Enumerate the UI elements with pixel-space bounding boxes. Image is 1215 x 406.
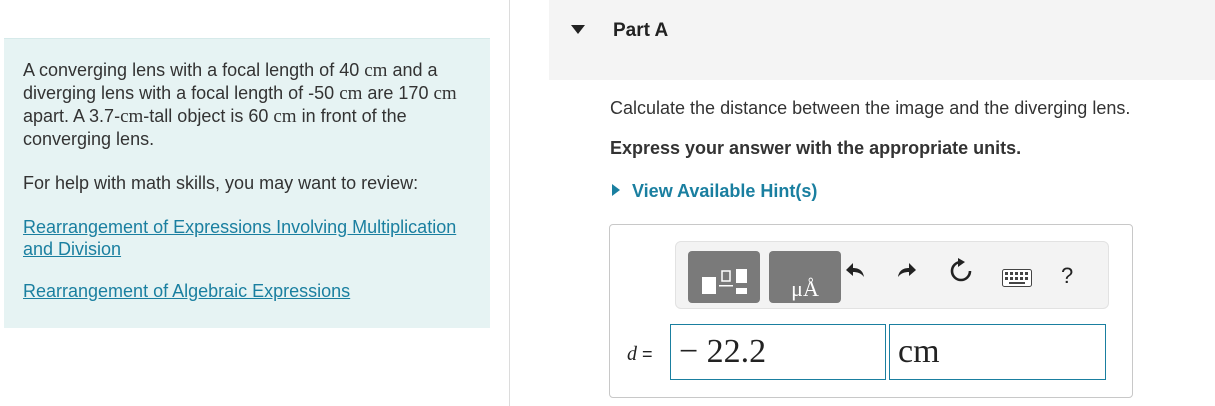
redo-icon[interactable] xyxy=(895,260,917,289)
answer-unit-input[interactable]: cm xyxy=(889,324,1106,380)
problem-text-4: apart. A 3.7- xyxy=(23,106,121,126)
keyboard-icon[interactable] xyxy=(1002,266,1032,294)
svg-text:μÅ: μÅ xyxy=(791,276,819,301)
problem-text-5: -tall object is 60 xyxy=(143,106,274,126)
link-rearrangement-multiplication-division[interactable]: Rearrangement of Expressions Involving M… xyxy=(23,216,472,260)
equals-sign: = xyxy=(637,344,653,364)
unit-cm: cm xyxy=(433,83,457,104)
problem-panel: A converging lens with a focal length of… xyxy=(4,38,490,328)
help-text: For help with math skills, you may want … xyxy=(23,173,419,193)
problem-statement: A converging lens with a focal length of… xyxy=(23,59,472,150)
answer-value-input[interactable]: − 22.2 xyxy=(670,324,886,380)
undo-icon[interactable] xyxy=(845,260,867,289)
variable-label: d = xyxy=(627,343,653,366)
question-text: Calculate the distance between the image… xyxy=(610,98,1131,118)
unit-cm: cm xyxy=(120,106,144,127)
link-rearrangement-algebraic[interactable]: Rearrangement of Algebraic Expressions xyxy=(23,280,472,302)
problem-text-1: A converging lens with a focal length of… xyxy=(23,60,365,80)
templates-icon xyxy=(702,269,747,294)
instruction-text: Express your answer with the appropriate… xyxy=(610,138,1022,158)
math-toolbar: μÅ ? xyxy=(675,241,1109,309)
units-icon: μÅ xyxy=(791,276,819,301)
problem-text-3: are 170 xyxy=(362,83,434,103)
collapse-triangle-icon[interactable] xyxy=(571,25,585,34)
variable-symbol: d xyxy=(627,343,637,365)
unit-cm: cm xyxy=(339,83,363,104)
templates-button[interactable] xyxy=(688,251,760,303)
page: A converging lens with a focal length of… xyxy=(0,0,1215,406)
part-title: Part A xyxy=(613,20,669,41)
caret-right-icon xyxy=(612,184,620,196)
answer-box: μÅ ? d = − 22.2 cm xyxy=(609,224,1133,398)
reset-icon[interactable] xyxy=(948,258,974,289)
units-button[interactable]: μÅ xyxy=(769,251,841,303)
divider xyxy=(509,0,510,406)
unit-cm: cm xyxy=(273,106,297,127)
help-icon[interactable]: ? xyxy=(1061,262,1073,290)
part-header[interactable]: Part A xyxy=(549,0,1215,80)
hint-label: View Available Hint(s) xyxy=(632,181,818,201)
view-hints-link[interactable]: View Available Hint(s) xyxy=(612,181,817,202)
unit-cm: cm xyxy=(364,60,388,81)
